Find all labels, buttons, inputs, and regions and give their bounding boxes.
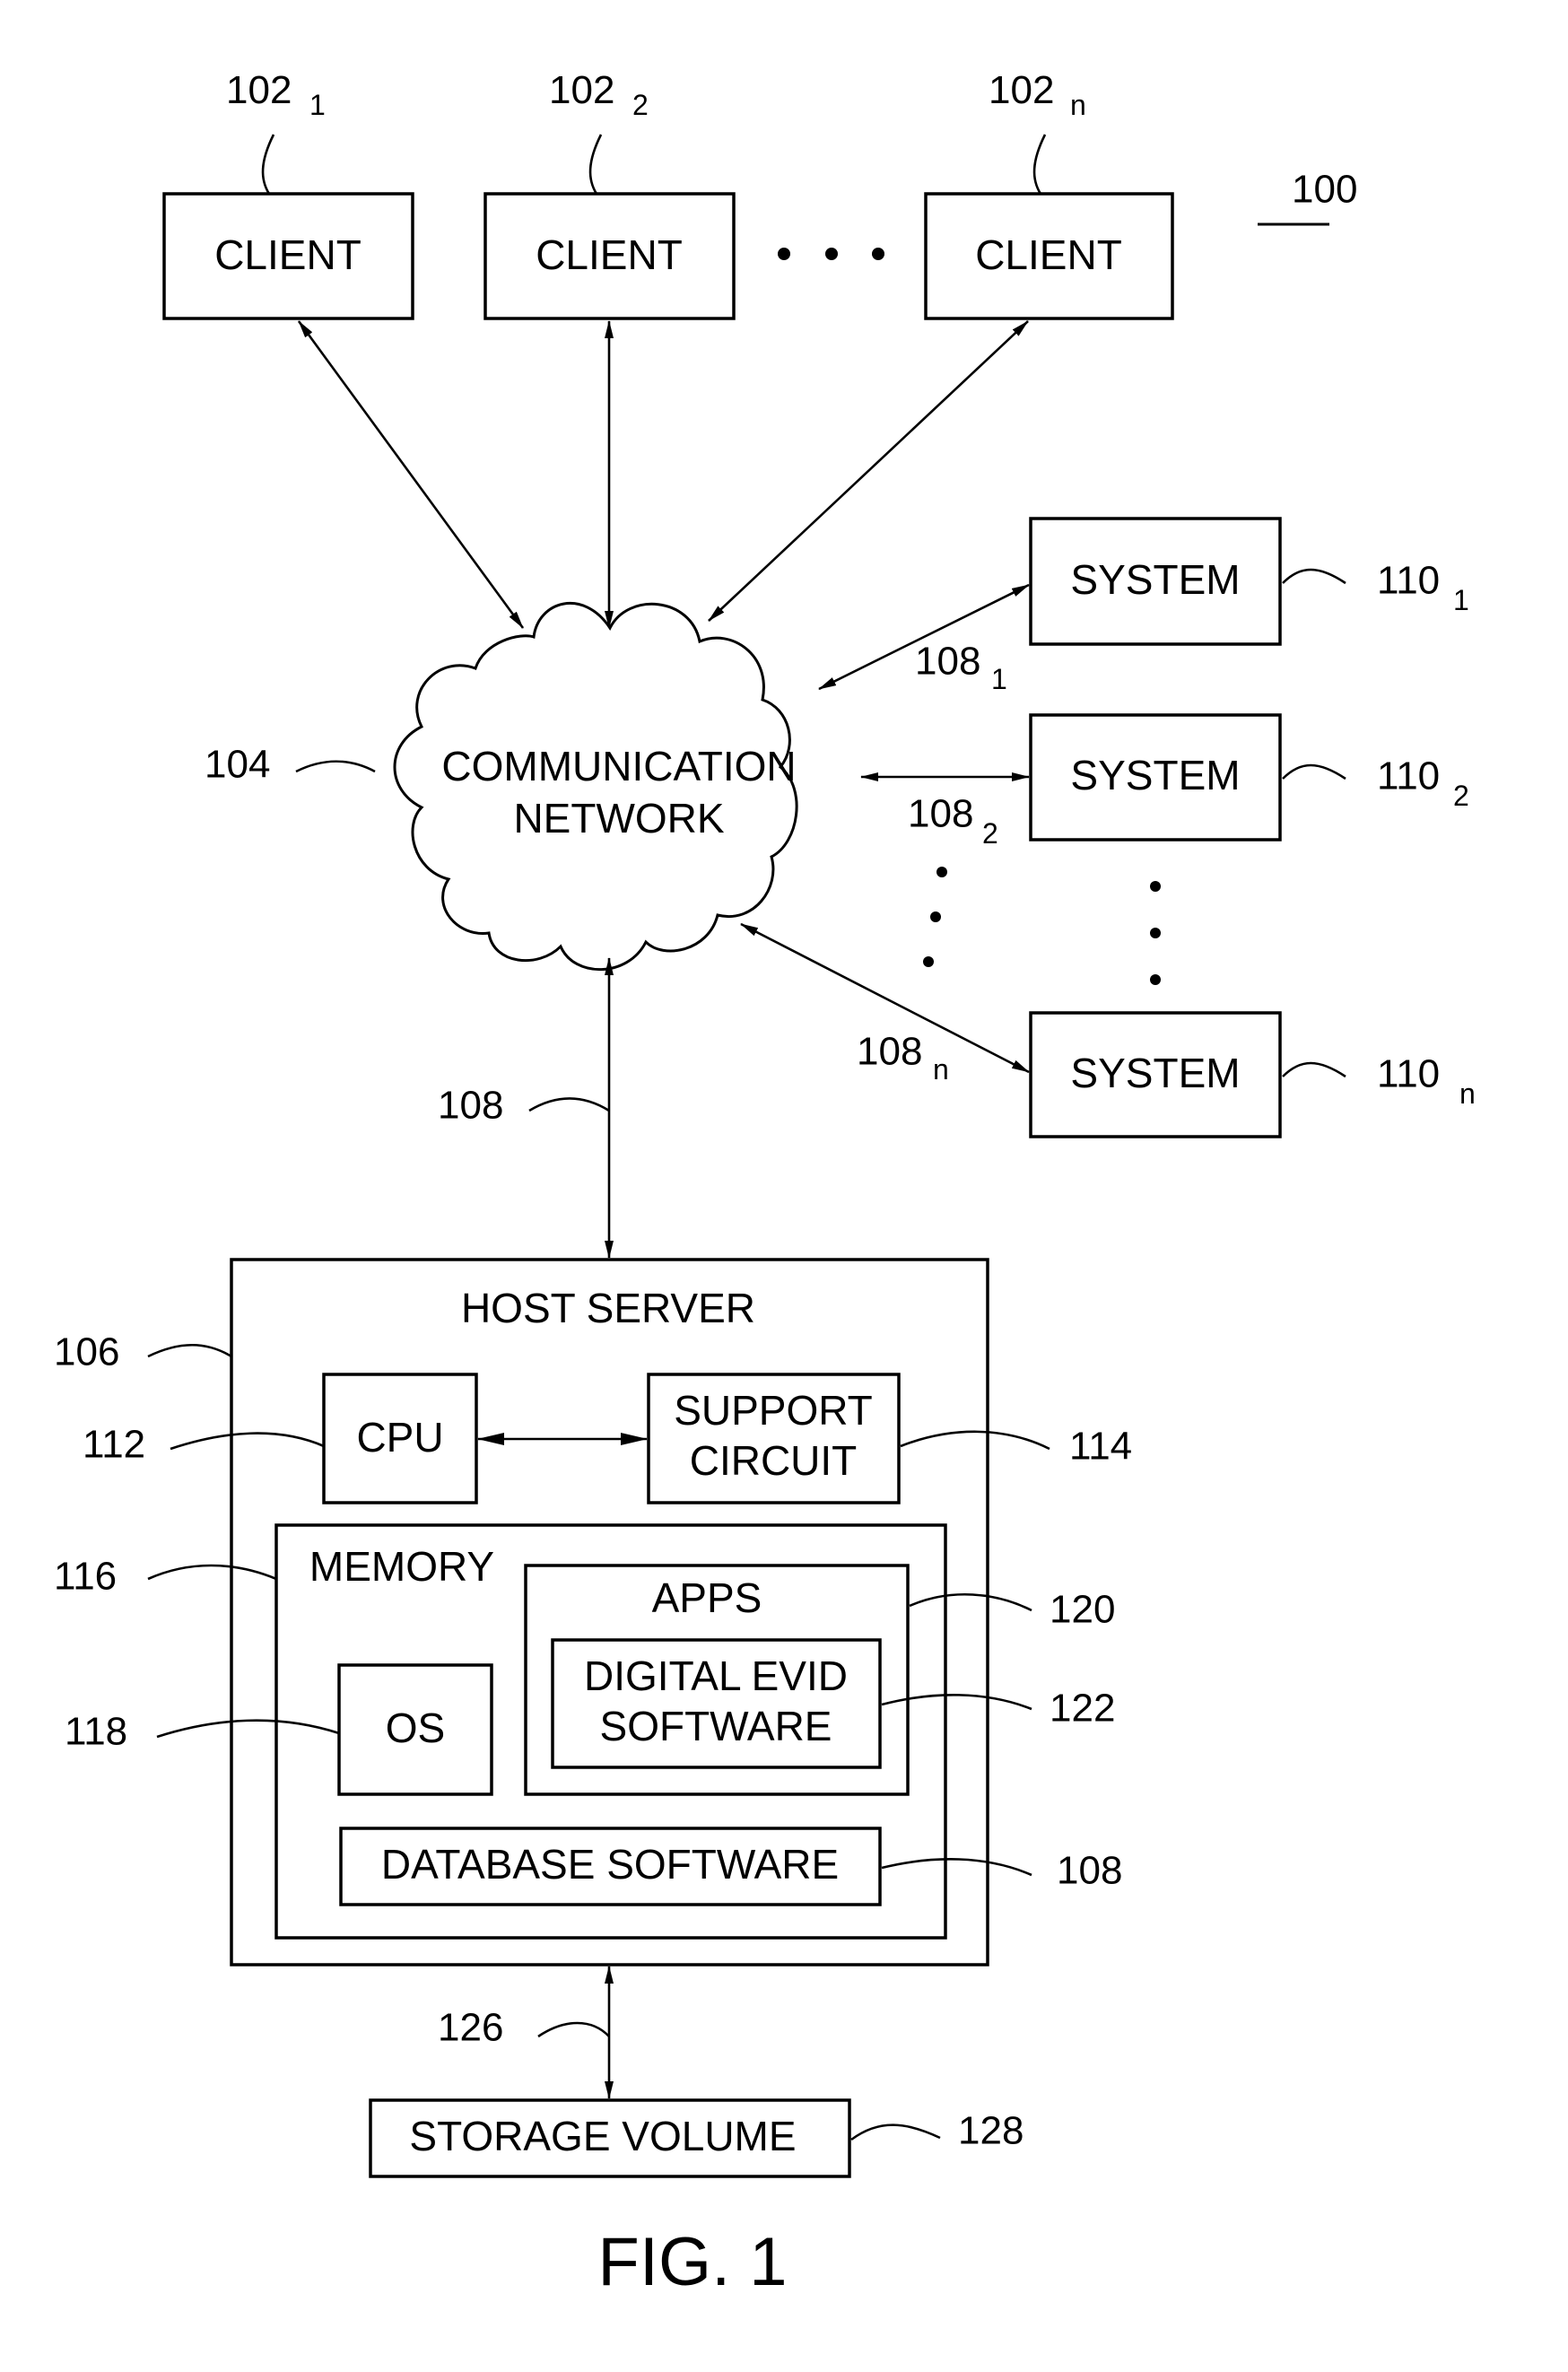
- communication-network: COMMUNICATION NETWORK 104: [205, 602, 798, 972]
- client-1: CLIENT 102 1: [162, 68, 414, 320]
- patent-diagram: 100 CLIENT 102 1 CLIENT 102 2 CLIENT 102…: [54, 68, 1476, 2300]
- cpu-ref: 112: [83, 1423, 145, 1467]
- client-2: CLIENT 102 2: [483, 68, 736, 320]
- client-ref: 102: [226, 68, 292, 112]
- support-circuit-line2: CIRCUIT: [690, 1437, 858, 1484]
- network-label-line2: NETWORK: [513, 795, 724, 842]
- system-leader-line: [1282, 763, 1346, 780]
- apps-label: APPS: [652, 1574, 762, 1621]
- client-n-network-link: [708, 320, 1029, 622]
- client-label: CLIENT: [214, 231, 362, 278]
- host-server-leader-line: [147, 1344, 232, 1358]
- system-link-ref: 108: [857, 1030, 922, 1074]
- storage-link: 126: [438, 1966, 614, 2099]
- ellipsis-dot: [825, 248, 838, 260]
- system-ref-sub: 2: [1453, 780, 1469, 812]
- system-leader-line: [1282, 568, 1346, 585]
- client-leader-line: [261, 134, 275, 195]
- system-link-ref-sub: 1: [991, 663, 1007, 695]
- system-link-ref-sub: 2: [982, 817, 998, 850]
- figure-reference-number: 100: [1292, 168, 1357, 212]
- storage-link-leader-line: [537, 2021, 610, 2038]
- system-ref-sub: 1: [1453, 584, 1469, 616]
- system-link-ref: 108: [915, 640, 980, 684]
- host-server-ref: 106: [54, 1330, 119, 1374]
- link-ellipsis: [923, 867, 947, 967]
- os-ref: 118: [65, 1710, 127, 1754]
- host-link-ref: 108: [438, 1084, 503, 1128]
- host-server-title: HOST SERVER: [461, 1285, 755, 1331]
- digital-evid-line2: SOFTWARE: [600, 1703, 832, 1749]
- os-label: OS: [386, 1705, 445, 1751]
- system-ref-sub: n: [1459, 1077, 1476, 1110]
- system-link-ref: 108: [908, 792, 973, 836]
- storage-volume-ref: 128: [958, 2109, 1024, 2153]
- ellipsis-dot: [923, 956, 934, 967]
- host-link: 108: [438, 957, 614, 1259]
- support-circuit-ref: 114: [1069, 1425, 1132, 1469]
- storage-volume-label: STORAGE VOLUME: [409, 2113, 796, 2159]
- system-2: SYSTEM 110 2 108 2: [860, 713, 1469, 850]
- figure-caption: FIG. 1: [597, 2224, 787, 2300]
- client-ellipsis: [778, 248, 884, 260]
- client-ref-sub: 2: [632, 89, 649, 121]
- client-ref-sub: n: [1070, 89, 1086, 121]
- memory-ref: 116: [54, 1555, 117, 1599]
- database-software-ref: 108: [1057, 1849, 1122, 1893]
- ellipsis-dot: [1150, 881, 1161, 892]
- memory-label: MEMORY: [309, 1543, 494, 1590]
- system-ellipsis: [1150, 881, 1161, 985]
- cpu-label: CPU: [356, 1414, 443, 1461]
- system-ref: 110: [1377, 1052, 1440, 1096]
- ellipsis-dot: [1150, 928, 1161, 938]
- system-n: SYSTEM 110 n 108 n: [740, 922, 1476, 1138]
- system-label: SYSTEM: [1070, 1050, 1240, 1096]
- database-software-label: DATABASE SOFTWARE: [381, 1841, 839, 1888]
- host-link-leader-line: [528, 1097, 610, 1112]
- storage-volume: STORAGE VOLUME 128: [369, 2098, 1024, 2178]
- system-label: SYSTEM: [1070, 556, 1240, 603]
- support-circuit-line1: SUPPORT: [674, 1387, 873, 1434]
- system-ref: 110: [1377, 754, 1440, 798]
- ellipsis-dot: [936, 867, 947, 877]
- system-leader-line: [1282, 1061, 1346, 1078]
- digital-evid-ref: 122: [1050, 1687, 1115, 1731]
- system-link-ref-sub: n: [933, 1053, 949, 1086]
- client-leader-line: [588, 134, 603, 195]
- client-n: CLIENT 102 n: [924, 68, 1174, 320]
- storage-volume-leader-line: [850, 2123, 941, 2141]
- client-ref: 102: [549, 68, 614, 112]
- client-ref: 102: [989, 68, 1054, 112]
- apps-ref: 120: [1050, 1588, 1115, 1632]
- ellipsis-dot: [872, 248, 884, 260]
- host-server: HOST SERVER 106 CPU 112 SUPPORT CIRCUIT …: [54, 1258, 1132, 1966]
- client-label: CLIENT: [975, 231, 1122, 278]
- client-leader-line: [1032, 134, 1047, 195]
- network-leader-line: [295, 760, 376, 773]
- system-1: SYSTEM 110 1 108 1: [818, 517, 1469, 695]
- figure-reference: 100: [1258, 168, 1357, 226]
- digital-evid-line1: DIGITAL EVID: [584, 1653, 848, 1699]
- system-label: SYSTEM: [1070, 752, 1240, 798]
- client-label: CLIENT: [536, 231, 683, 278]
- ellipsis-dot: [778, 248, 790, 260]
- system-ref: 110: [1377, 559, 1440, 603]
- ellipsis-dot: [1150, 974, 1161, 985]
- storage-link-ref: 126: [438, 2006, 503, 2050]
- client-ref-sub: 1: [309, 89, 326, 121]
- network-ref: 104: [205, 743, 270, 787]
- client-1-network-link: [297, 320, 525, 629]
- ellipsis-dot: [930, 911, 941, 922]
- network-label-line1: COMMUNICATION: [441, 743, 796, 789]
